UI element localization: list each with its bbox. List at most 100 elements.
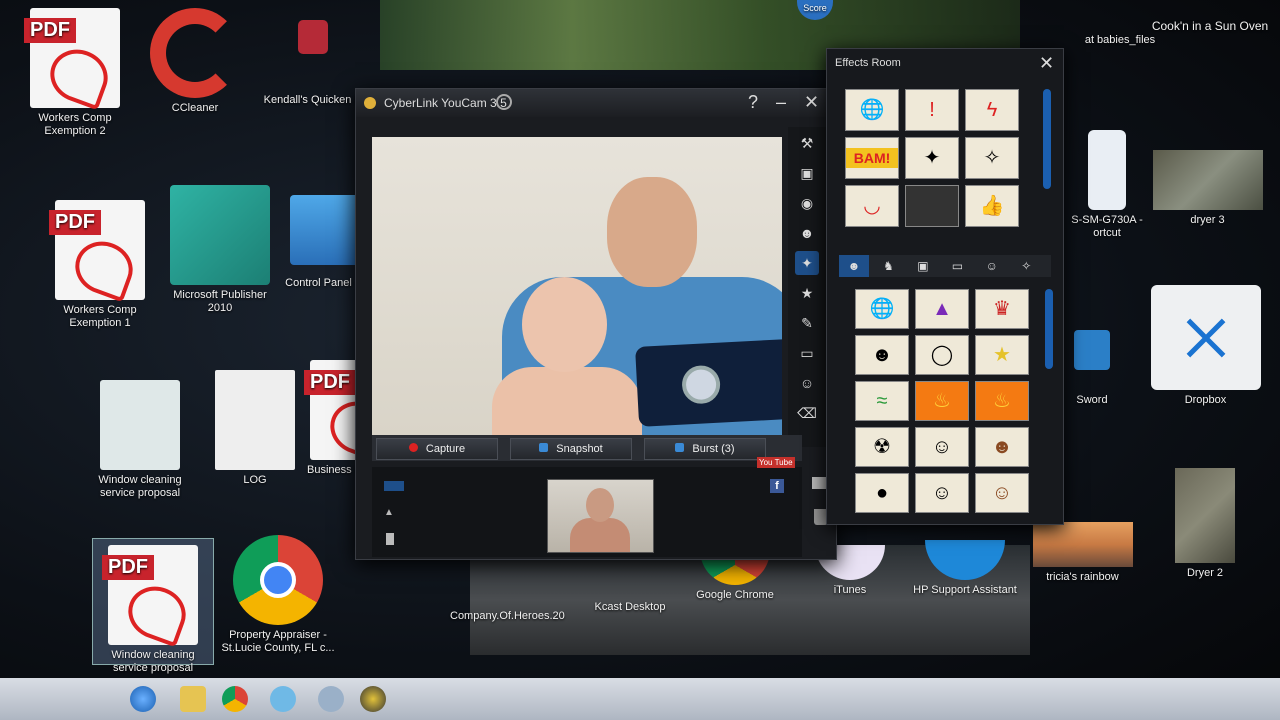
effect-halo[interactable]: ◯: [915, 335, 969, 375]
desktop-icon-window-cleaning-pdf[interactable]: PDF Window cleaning service proposal: [92, 538, 214, 674]
effect-caterpillar[interactable]: ≈: [855, 381, 909, 421]
desktop-icon-company-heroes[interactable]: Company.Of.Heroes.20: [450, 606, 565, 623]
effect-globe[interactable]: 🌐: [845, 89, 899, 131]
youcam-window[interactable]: CyberLink YouCam 3.5 ? – ✕ ⚒ ▣ ◉ ☻ ✦ ★ ✎…: [355, 88, 837, 560]
youcam-toolbar: ⚒ ▣ ◉ ☻ ✦ ★ ✎ ▭ ☺ ⌫: [788, 127, 826, 447]
facebook-upload-button[interactable]: f: [770, 479, 784, 493]
desktop-icon-tricias-rainbow[interactable]: tricia's rainbow: [1030, 522, 1135, 584]
effect-thumbs-up[interactable]: 👍: [965, 185, 1019, 227]
effect-bunny[interactable]: ☺: [915, 473, 969, 513]
effect-bam[interactable]: BAM!: [845, 137, 899, 179]
desktop-icon-quicken[interactable]: Kendall's Quicken D: [258, 20, 368, 107]
effect-lips[interactable]: ◡: [845, 185, 899, 227]
minimize-button[interactable]: –: [776, 91, 786, 113]
icon-label: Workers Comp Exemption 1: [63, 304, 137, 329]
icon-label: at babies_files: [1084, 34, 1156, 46]
effects-title: Effects Room: [835, 57, 901, 69]
youcam-taskbar-icon[interactable]: [360, 686, 386, 712]
tools-icon[interactable]: ⚒: [795, 131, 819, 155]
chrome-taskbar-icon[interactable]: [222, 686, 248, 712]
desktop-icon-hp-support[interactable]: HP Support Assistant: [905, 540, 1025, 597]
desktop-icon-workers-comp-1[interactable]: PDF Workers Comp Exemption 1: [40, 200, 160, 330]
face-tracking-icon[interactable]: ☺: [795, 371, 819, 395]
burst-button[interactable]: Burst (3): [644, 438, 766, 460]
effect-fire[interactable]: ♨: [915, 381, 969, 421]
screen-icon[interactable]: ▭: [795, 341, 819, 365]
desktop-icon-sword[interactable]: Sword: [1062, 330, 1122, 407]
tab-face-effects[interactable]: ☻: [839, 255, 869, 277]
effect-lightning[interactable]: ϟ: [965, 89, 1019, 131]
icon-label: Kcast Desktop: [594, 601, 666, 613]
dropbox-icon: [1150, 285, 1261, 390]
file-explorer-taskbar-icon[interactable]: [180, 686, 206, 712]
desktop-icon-dryer3[interactable]: dryer 3: [1150, 150, 1265, 227]
sort-icon[interactable]: ▲: [384, 507, 394, 518]
effect-dog-face[interactable]: ☻: [975, 427, 1029, 467]
effect-stars[interactable]: ★: [975, 335, 1029, 375]
effect-fire-2[interactable]: ♨: [975, 381, 1029, 421]
snapshot-button[interactable]: Snapshot: [510, 438, 632, 460]
effect-sparkle[interactable]: ✧: [965, 137, 1019, 179]
desktop-icon-score[interactable]: Score: [795, 0, 835, 20]
text-file-icon: [215, 370, 295, 470]
desktop-icon-property-appraiser[interactable]: Property Appraiser - St.Lucie County, FL…: [218, 535, 338, 655]
youtube-upload-button[interactable]: You Tube: [757, 457, 795, 468]
settings-gear-icon[interactable]: [496, 94, 512, 110]
help-button[interactable]: ?: [748, 91, 758, 113]
tab-scenes[interactable]: ▭: [942, 255, 972, 277]
effect-static[interactable]: [905, 185, 959, 227]
pen-icon[interactable]: ✎: [795, 311, 819, 335]
desktop-icon-publisher[interactable]: Microsoft Publisher 2010: [160, 185, 280, 315]
frame-icon[interactable]: ▣: [795, 161, 819, 185]
start-button[interactable]: [130, 686, 156, 712]
effects-scrollbar-top[interactable]: [1043, 89, 1051, 189]
effect-cat-face[interactable]: ☺: [915, 427, 969, 467]
youcam-titlebar[interactable]: CyberLink YouCam 3.5 ? – ✕: [356, 89, 836, 117]
desktop-icon-log[interactable]: LOG: [200, 370, 310, 487]
desktop-icon-dryer2[interactable]: Dryer 2: [1165, 468, 1245, 580]
desktop-icon-dropbox[interactable]: Dropbox: [1148, 285, 1263, 407]
hp-support-icon: [925, 540, 1005, 580]
desktop-icon-window-cleaning-pub[interactable]: Window cleaning service proposal: [80, 380, 200, 500]
effect-exclamation[interactable]: !: [905, 89, 959, 131]
snapshot-thumbnail[interactable]: [547, 479, 654, 553]
avatar-icon[interactable]: ☻: [795, 221, 819, 245]
capture-button[interactable]: Capture: [376, 438, 498, 460]
eraser-icon[interactable]: ⌫: [795, 401, 819, 425]
image-thumbnail-icon: [1175, 468, 1235, 563]
icon-label: Workers Comp Exemption 2: [38, 112, 112, 137]
desktop-icon-kcast[interactable]: Kcast Desktop: [575, 597, 685, 614]
record-icon: [408, 443, 418, 452]
trash-small-icon[interactable]: [386, 533, 394, 545]
ie-taskbar-icon[interactable]: [270, 686, 296, 712]
effect-jester-hat[interactable]: ♛: [975, 289, 1029, 329]
tab-accessories[interactable]: ♞: [873, 255, 903, 277]
tab-frames[interactable]: ▣: [908, 255, 938, 277]
desktop-icon-sm-g730a[interactable]: S-SM-G730A - ortcut: [1062, 130, 1152, 240]
select-all-icon[interactable]: [384, 481, 404, 491]
effect-reindeer[interactable]: ☺: [975, 473, 1029, 513]
effect-globe-small[interactable]: 🌐: [855, 289, 909, 329]
effects-room-panel[interactable]: Effects Room ✕ 🌐 ! ϟ BAM! ✦ ✧ ◡ 👍 ☻ ♞ ▣ …: [826, 48, 1064, 525]
icon-label: Window cleaning service proposal: [98, 474, 182, 499]
effect-masked-face[interactable]: ☻: [855, 335, 909, 375]
phone-in-hand: [635, 337, 782, 427]
effect-bird[interactable]: ✦: [905, 137, 959, 179]
effects-icon[interactable]: ✦: [795, 251, 819, 275]
tab-emotions[interactable]: ☺: [977, 255, 1007, 277]
image-thumbnail-icon: [1152, 150, 1263, 210]
effects-scrollbar-bottom[interactable]: [1045, 289, 1053, 369]
tab-magic[interactable]: ✧: [1011, 255, 1041, 277]
effect-wizard-hat[interactable]: ▲: [915, 289, 969, 329]
camera-icon[interactable]: ◉: [795, 191, 819, 215]
desktop-icon-workers-comp-2[interactable]: PDF Workers Comp Exemption 2: [20, 8, 130, 138]
desktop-icon-cookn[interactable]: Cook'n in a Sun Oven: [1150, 16, 1270, 33]
star-effect-icon[interactable]: ★: [795, 281, 819, 305]
effects-close-button[interactable]: ✕: [1039, 52, 1054, 74]
desktop-icon-ccleaner[interactable]: CCleaner: [140, 8, 250, 115]
publisher-doc-icon: [100, 380, 180, 470]
close-button[interactable]: ✕: [804, 91, 819, 113]
media-taskbar-icon[interactable]: [318, 686, 344, 712]
effect-gas-mask[interactable]: ☢: [855, 427, 909, 467]
effect-panda[interactable]: ●: [855, 473, 909, 513]
